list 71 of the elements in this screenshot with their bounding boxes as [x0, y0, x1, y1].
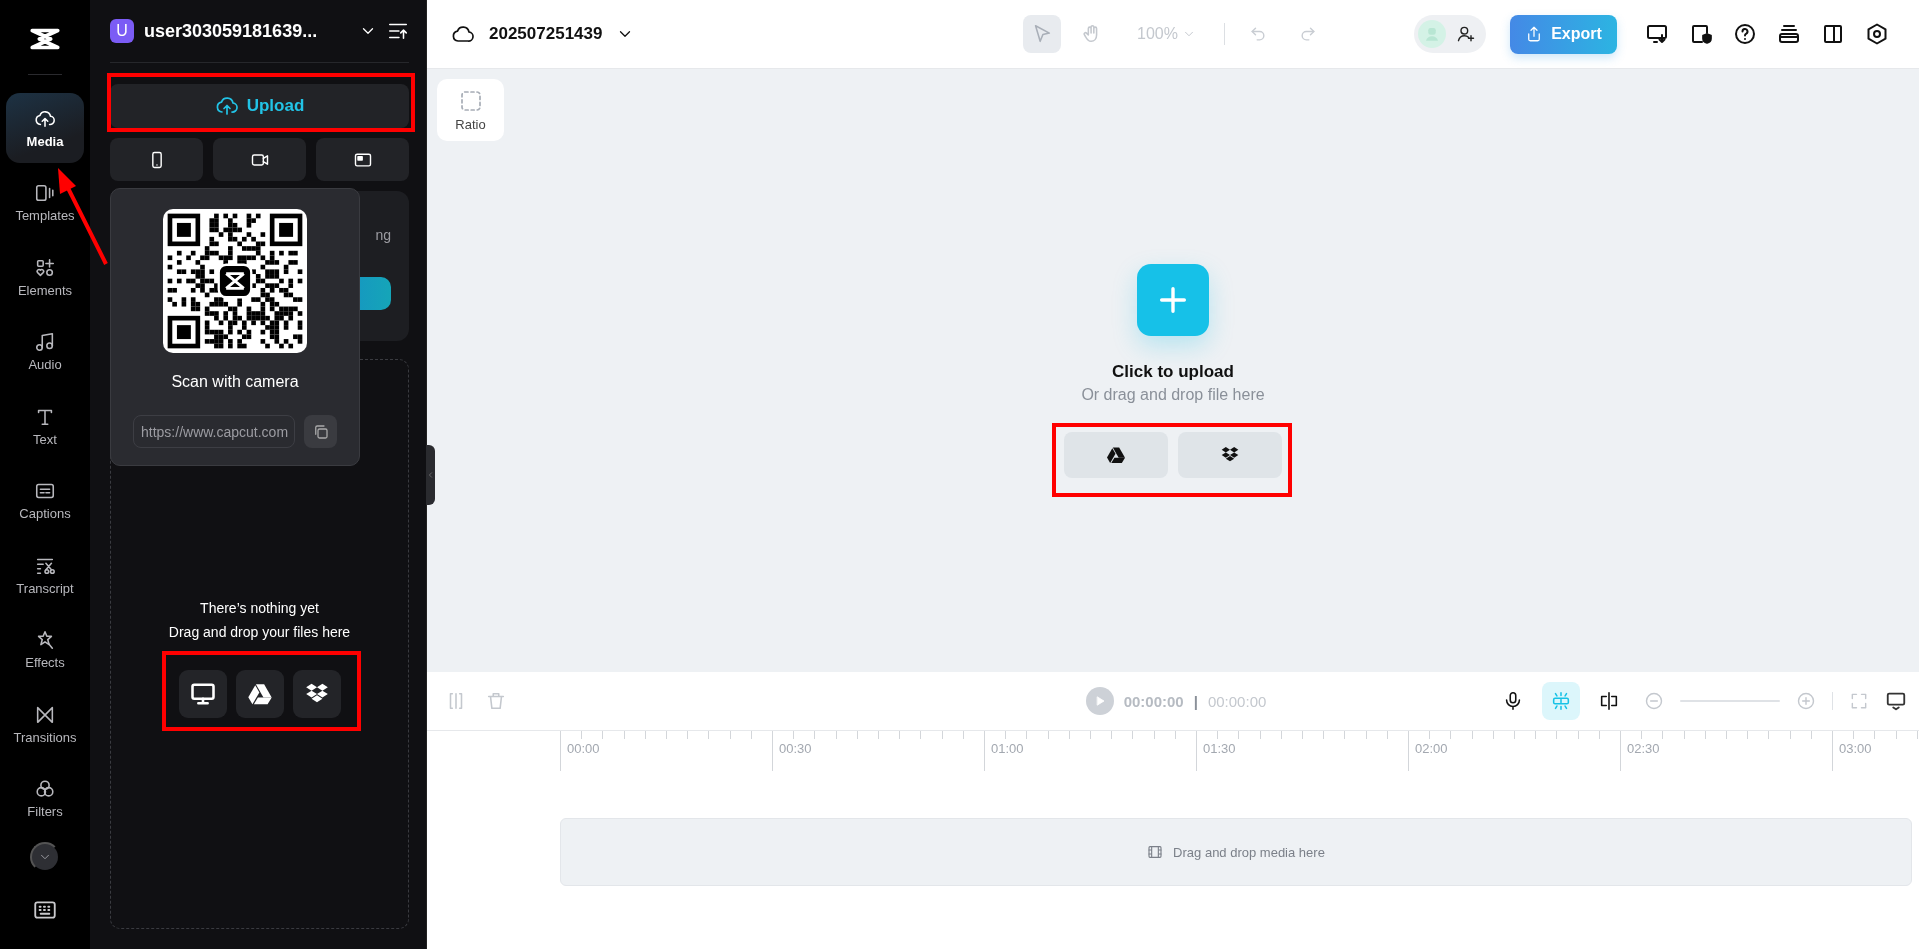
drive-button[interactable] — [1064, 431, 1168, 478]
trash-icon — [485, 690, 507, 712]
split-icon — [1598, 690, 1620, 712]
copy-button[interactable] — [304, 415, 337, 448]
dropbox-button[interactable] — [292, 670, 341, 718]
ruler-label: 02:30 — [1627, 741, 1660, 756]
captions-button[interactable] — [1885, 690, 1907, 712]
empty-title: There’s nothing yet — [200, 600, 319, 616]
ruler-label: 00:30 — [779, 741, 812, 756]
collapse-handle[interactable] — [426, 445, 435, 505]
sidebar-item[interactable]: Transcript — [6, 540, 84, 610]
sidebar-item[interactable]: Media — [6, 93, 84, 163]
cloud-upload-icon — [214, 94, 239, 118]
dashed-square-icon — [458, 88, 483, 113]
panel-icon — [1821, 22, 1845, 46]
time-separator: | — [1193, 692, 1198, 710]
record-button[interactable] — [213, 138, 306, 181]
phone-button[interactable] — [110, 138, 203, 181]
upload-title: Click to upload — [1112, 361, 1234, 382]
minus-circle-icon — [1644, 691, 1664, 711]
sidebar-item[interactable]: Effects — [6, 614, 84, 685]
plus-circle-icon — [1796, 691, 1816, 711]
settings-icon — [1865, 22, 1889, 46]
sidebar-item[interactable]: Transitions — [6, 689, 84, 759]
sidebar-item[interactable]: Elements — [6, 242, 84, 312]
drive-button[interactable] — [235, 670, 284, 718]
shield-icon — [1689, 22, 1713, 46]
screen-record-button[interactable] — [316, 138, 409, 181]
template-icon — [34, 182, 56, 204]
card-text: ng — [375, 227, 391, 243]
monitor-download-icon — [1645, 22, 1669, 46]
monitor-chevron-icon — [1885, 690, 1907, 712]
ruler-label: 03:00 — [1839, 741, 1872, 756]
monitor-icon — [188, 680, 217, 708]
fullscreen-icon — [1849, 691, 1869, 711]
snap-icon — [1550, 690, 1572, 712]
media-track[interactable]: Drag and drop media here — [560, 818, 1912, 886]
music-note-icon — [34, 331, 56, 353]
qr-caption: Scan with camera — [171, 373, 299, 391]
drive-icon — [246, 681, 273, 707]
ruler-label: 01:00 — [991, 741, 1024, 756]
film-icon — [1147, 844, 1164, 860]
computer-button[interactable] — [178, 670, 227, 718]
ruler-label: 01:30 — [1203, 741, 1236, 756]
sidebar-item[interactable]: Templates — [6, 167, 84, 238]
link-field[interactable]: https://www.capcut.com — [133, 415, 295, 448]
project-name[interactable]: 202507251439 — [489, 24, 603, 44]
filters-icon — [34, 778, 56, 800]
empty-subtitle: Drag and drop your files here — [168, 624, 351, 640]
sidebar-item[interactable]: Filters — [6, 763, 84, 834]
sidebar-item[interactable]: Audio — [6, 316, 84, 387]
sidebar-item[interactable]: Text — [6, 391, 84, 461]
ratio-button[interactable]: Ratio — [437, 79, 504, 141]
user-avatar: U — [110, 19, 134, 43]
account-name[interactable]: user303059181639... — [144, 20, 349, 42]
upload-hint: Or drag and drop file here — [1081, 385, 1265, 404]
help-icon — [1733, 22, 1757, 46]
sidebar-item[interactable]: Captions — [6, 465, 84, 536]
current-time: 00:00:00 — [1123, 692, 1184, 710]
total-time: 00:00:00 — [1207, 692, 1267, 710]
ruler-label: 00:00 — [567, 741, 600, 756]
upload-button[interactable]: Upload — [110, 84, 409, 128]
add-user-icon — [1456, 24, 1476, 44]
ruler-label: 02:00 — [1415, 741, 1448, 756]
chevron-left-icon — [426, 470, 435, 480]
person-icon — [1423, 25, 1441, 43]
dropbox-button[interactable] — [1178, 431, 1282, 478]
track-hint: Drag and drop media here — [1173, 844, 1325, 860]
elements-icon — [34, 256, 56, 279]
collaborators-pill[interactable] — [1414, 15, 1486, 53]
stack-icon — [1777, 22, 1801, 46]
